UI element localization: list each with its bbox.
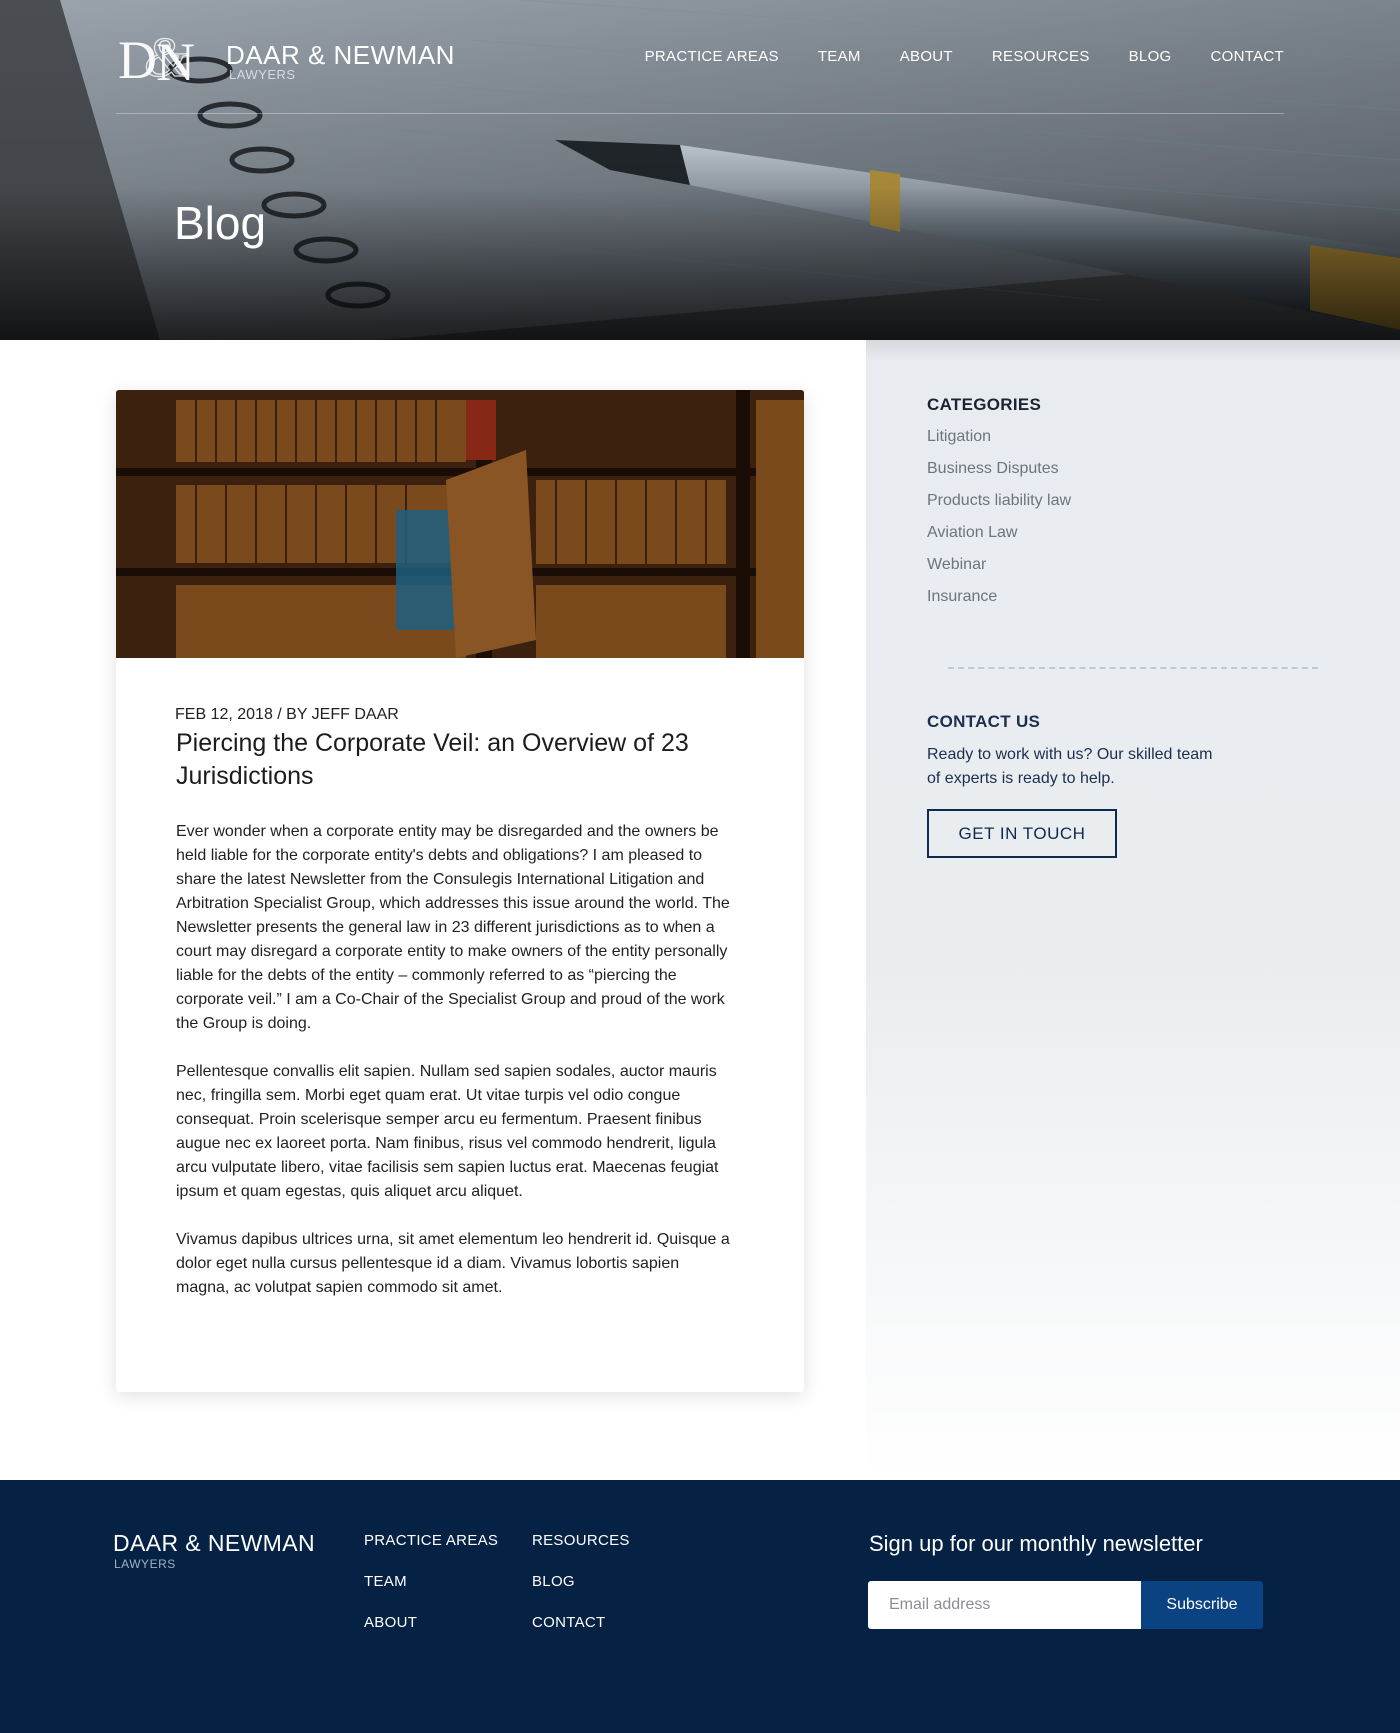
newsletter-email-input[interactable] bbox=[868, 1581, 1141, 1629]
post-title[interactable]: Piercing the Corporate Veil: an Overview… bbox=[176, 727, 736, 793]
category-link-products-liability[interactable]: Products liability law bbox=[927, 488, 1071, 520]
footer-nav-column-2: RESOURCES BLOG CONTACT bbox=[532, 1532, 630, 1655]
footer: DAAR & NEWMAN LAWYERS PRACTICE AREAS TEA… bbox=[0, 1480, 1400, 1733]
footer-link-team[interactable]: TEAM bbox=[364, 1573, 498, 1614]
category-link-litigation[interactable]: Litigation bbox=[927, 424, 1071, 456]
top-navigation-bar: D N & DAAR & NEWMAN LAWYERS PRACTICE ARE… bbox=[116, 0, 1284, 114]
footer-link-about[interactable]: ABOUT bbox=[364, 1614, 498, 1655]
main-nav: PRACTICE AREAS TEAM ABOUT RESOURCES BLOG… bbox=[606, 48, 1284, 65]
post-meta: FEB 12, 2018 / BY JEFF DAAR bbox=[175, 706, 399, 723]
nav-blog[interactable]: BLOG bbox=[1129, 48, 1172, 65]
contact-text: Ready to work with us? Our skilled team … bbox=[927, 746, 1213, 787]
category-link-business-disputes[interactable]: Business Disputes bbox=[927, 456, 1071, 488]
post-featured-image[interactable] bbox=[116, 390, 804, 658]
footer-brand-subtitle: LAWYERS bbox=[114, 1557, 176, 1571]
footer-link-contact[interactable]: CONTACT bbox=[532, 1614, 630, 1655]
page-title: Blog bbox=[174, 197, 267, 249]
post-paragraph: Ever wonder when a corporate entity may … bbox=[176, 823, 730, 1032]
categories-list: Litigation Business Disputes Products li… bbox=[927, 424, 1071, 616]
post-body: Ever wonder when a corporate entity may … bbox=[176, 820, 736, 1324]
footer-brand-name[interactable]: DAAR & NEWMAN bbox=[113, 1530, 315, 1557]
hero-banner: D N & DAAR & NEWMAN LAWYERS PRACTICE ARE… bbox=[0, 0, 1400, 340]
footer-link-practice-areas[interactable]: PRACTICE AREAS bbox=[364, 1532, 498, 1573]
subscribe-button[interactable]: Subscribe bbox=[1141, 1581, 1263, 1629]
newsletter-heading: Sign up for our monthly newsletter bbox=[869, 1531, 1203, 1556]
post-paragraph: Pellentesque convallis elit sapien. Null… bbox=[176, 1063, 719, 1200]
get-in-touch-button[interactable]: GET IN TOUCH bbox=[927, 809, 1117, 858]
sidebar-divider bbox=[948, 667, 1318, 669]
svg-text:&: & bbox=[144, 27, 188, 89]
nav-resources[interactable]: RESOURCES bbox=[992, 48, 1090, 65]
contact-heading: CONTACT US bbox=[927, 712, 1041, 731]
post-paragraph: Vivamus dapibus ultrices urna, sit amet … bbox=[176, 1231, 730, 1296]
categories-heading: CATEGORIES bbox=[927, 395, 1042, 414]
nav-contact[interactable]: CONTACT bbox=[1211, 48, 1284, 65]
sidebar-top-shadow bbox=[866, 340, 1400, 362]
category-link-insurance[interactable]: Insurance bbox=[927, 584, 1071, 616]
category-link-webinar[interactable]: Webinar bbox=[927, 552, 1071, 584]
footer-link-resources[interactable]: RESOURCES bbox=[532, 1532, 630, 1573]
footer-nav-column-1: PRACTICE AREAS TEAM ABOUT bbox=[364, 1532, 498, 1655]
blog-post-card: FEB 12, 2018 / BY JEFF DAAR Piercing the… bbox=[116, 390, 804, 1392]
footer-link-blog[interactable]: BLOG bbox=[532, 1573, 630, 1614]
nav-practice-areas[interactable]: PRACTICE AREAS bbox=[645, 48, 779, 65]
brand-subtitle: LAWYERS bbox=[229, 67, 296, 82]
category-link-aviation-law[interactable]: Aviation Law bbox=[927, 520, 1071, 552]
nav-team[interactable]: TEAM bbox=[818, 48, 861, 65]
nav-about[interactable]: ABOUT bbox=[900, 48, 953, 65]
logo-monogram[interactable]: D N & bbox=[116, 14, 210, 94]
